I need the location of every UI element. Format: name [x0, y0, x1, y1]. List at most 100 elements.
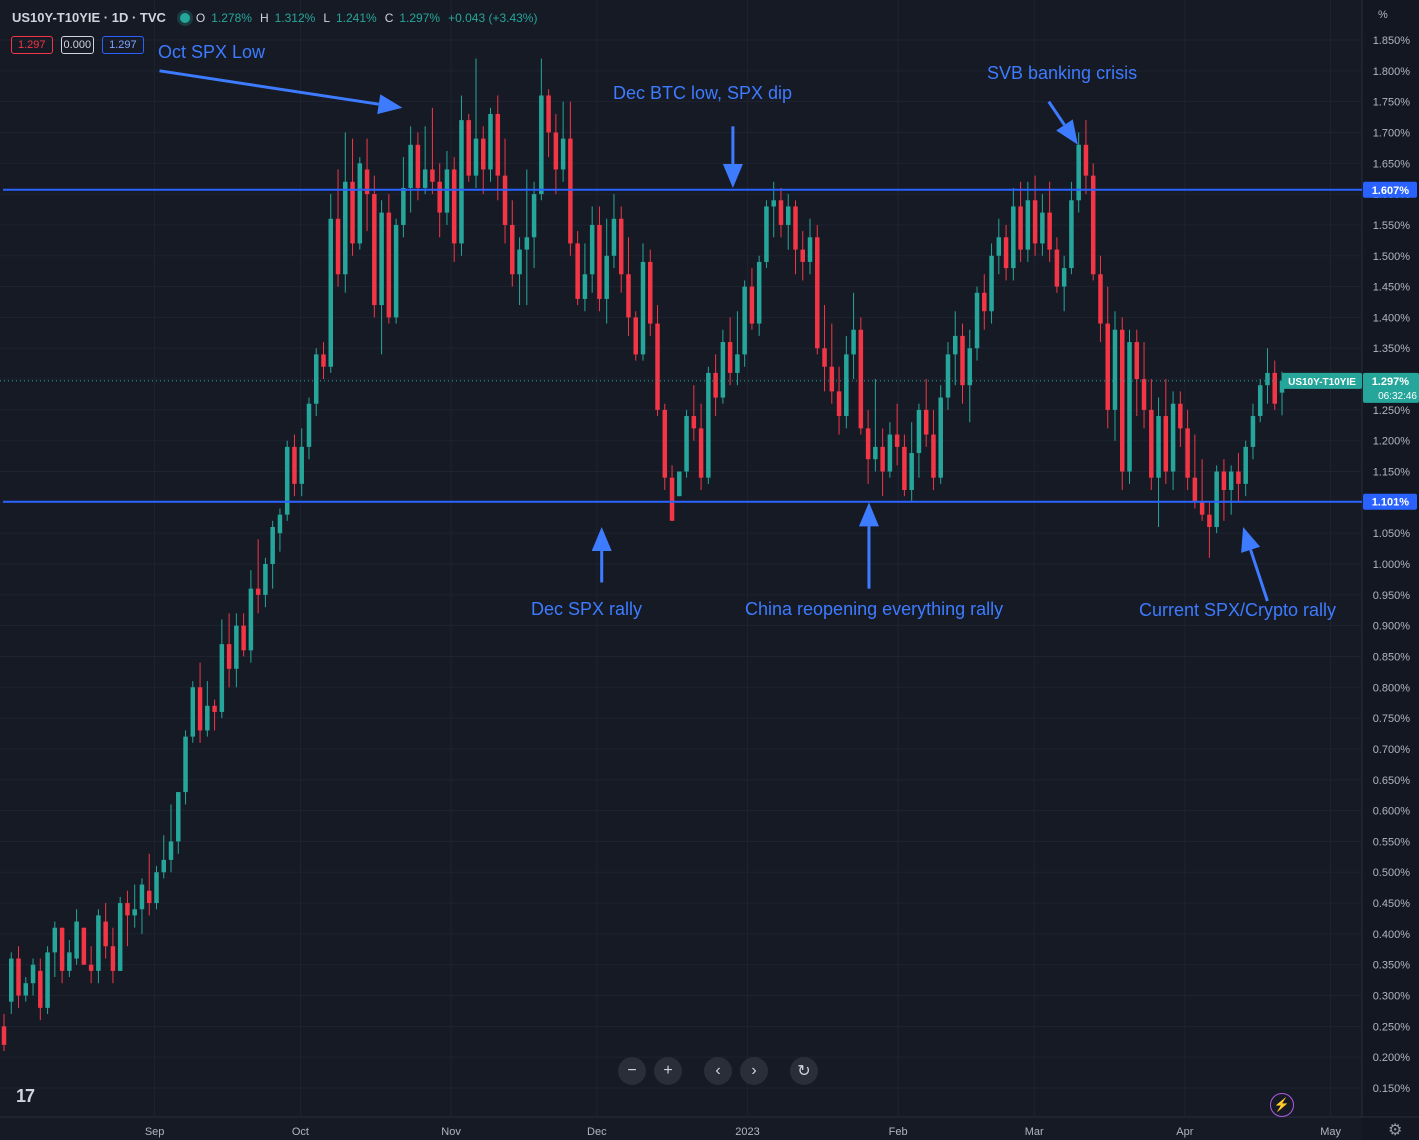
candle-body [1207, 514, 1212, 528]
lightning-icon[interactable]: ⚡ [1270, 1093, 1294, 1117]
candle [372, 175, 377, 318]
candle-body [335, 218, 341, 275]
candle-body [495, 113, 501, 176]
spread-value: 0.000 [60, 36, 95, 54]
candle-body [982, 292, 987, 312]
price-tick-label: 1.750% [1373, 97, 1411, 109]
candle-body [640, 261, 646, 355]
candle-body [713, 372, 718, 398]
candle-body [1141, 379, 1147, 410]
candle-body [430, 169, 435, 182]
scroll-left-button[interactable]: ‹ [704, 1057, 732, 1085]
candle-body [778, 200, 784, 225]
chart-background [0, 0, 1419, 1140]
candle-body [677, 471, 682, 497]
close-label: C [384, 10, 394, 25]
candle-body [1199, 502, 1205, 515]
time-tick-label: May [1320, 1126, 1341, 1138]
candle-body [582, 274, 588, 299]
candle-body [589, 224, 595, 275]
sell-price-box[interactable]: 1.297 [11, 36, 53, 54]
price-tick-label: 0.550% [1373, 836, 1411, 848]
zoom-out-button[interactable]: − [618, 1057, 646, 1085]
candle-body [139, 884, 145, 910]
candle-body [422, 169, 428, 188]
candle [815, 224, 820, 355]
price-tick-label: 0.900% [1373, 621, 1411, 633]
scroll-right-button[interactable]: › [740, 1057, 768, 1085]
candle-body [517, 249, 522, 275]
candle-body [1069, 200, 1074, 269]
candle-body [379, 212, 384, 306]
candle-body [858, 329, 864, 429]
candle-body [96, 915, 101, 971]
reset-chart-button[interactable]: ↻ [790, 1057, 818, 1085]
price-tick-label: 0.600% [1373, 806, 1411, 818]
time-tick-label: Feb [889, 1126, 908, 1138]
candle-body [52, 927, 58, 953]
candle-body [321, 354, 326, 367]
candle [648, 249, 653, 336]
candle-body [822, 348, 827, 367]
candle-body [1221, 471, 1227, 491]
candle-body [161, 859, 167, 873]
time-tick-label: Mar [1025, 1126, 1044, 1138]
candle-body [560, 138, 566, 170]
candle-body [662, 409, 668, 478]
open-label: O [195, 10, 206, 25]
candle-body [103, 921, 108, 947]
candle-body [568, 138, 573, 244]
low-value: 1.241% [336, 10, 377, 25]
candle-body [706, 372, 711, 478]
candle-body [1076, 144, 1081, 201]
candle-body [1257, 385, 1263, 417]
candle-body [764, 206, 769, 262]
price-tick-label: 0.250% [1373, 1021, 1411, 1033]
candle-body [727, 342, 733, 373]
zoom-in-button[interactable]: + [654, 1057, 682, 1085]
candle-body [1214, 471, 1219, 528]
candle-body [263, 564, 268, 595]
market-status-icon [179, 12, 190, 23]
candle-body [1119, 329, 1125, 472]
candle-body [873, 446, 878, 460]
annotation-oct-spx-low: Oct SPX Low [158, 42, 266, 62]
countdown-label: 06:32:46 [1378, 391, 1417, 402]
candle-body [807, 237, 813, 262]
candle-body [611, 218, 617, 256]
price-tick-label: 0.400% [1373, 929, 1411, 941]
price-tick-label: 0.500% [1373, 867, 1411, 879]
candle-body [655, 323, 660, 410]
candle-body [916, 409, 922, 454]
candle-body [117, 903, 123, 971]
candle-body [1, 1026, 7, 1045]
change-value: +0.043 (+3.43%) [448, 10, 538, 25]
candle-body [313, 354, 319, 404]
candle-body [1112, 329, 1118, 410]
candle [1127, 329, 1132, 484]
candle-body [684, 416, 689, 472]
price-chart[interactable]: 1.850%1.800%1.750%1.700%1.650%1.600%1.55… [0, 0, 1419, 1140]
candle-body [902, 446, 907, 491]
candle-body [386, 212, 392, 318]
candle-body [952, 335, 958, 355]
buy-price-box[interactable]: 1.297 [102, 36, 144, 54]
candle-body [880, 446, 885, 472]
symbol-title[interactable]: US10Y-T10YIE · 1D · TVC [12, 10, 166, 25]
candle [328, 194, 334, 373]
candle [764, 200, 769, 269]
settings-gear-icon[interactable]: ⚙ [1388, 1120, 1402, 1140]
annotation-svb: SVB banking crisis [987, 63, 1138, 83]
candle-body [408, 144, 413, 188]
candle-body [1003, 237, 1009, 269]
candle [466, 113, 471, 182]
candle [190, 681, 196, 743]
price-tick-label: 1.450% [1373, 282, 1411, 294]
candle-body [996, 237, 1002, 256]
candle-body [59, 927, 65, 971]
candle-body [800, 249, 806, 262]
price-tick-label: 0.750% [1373, 713, 1411, 725]
candle-body [154, 872, 159, 904]
candle-body [16, 958, 21, 996]
candle [1090, 163, 1096, 281]
